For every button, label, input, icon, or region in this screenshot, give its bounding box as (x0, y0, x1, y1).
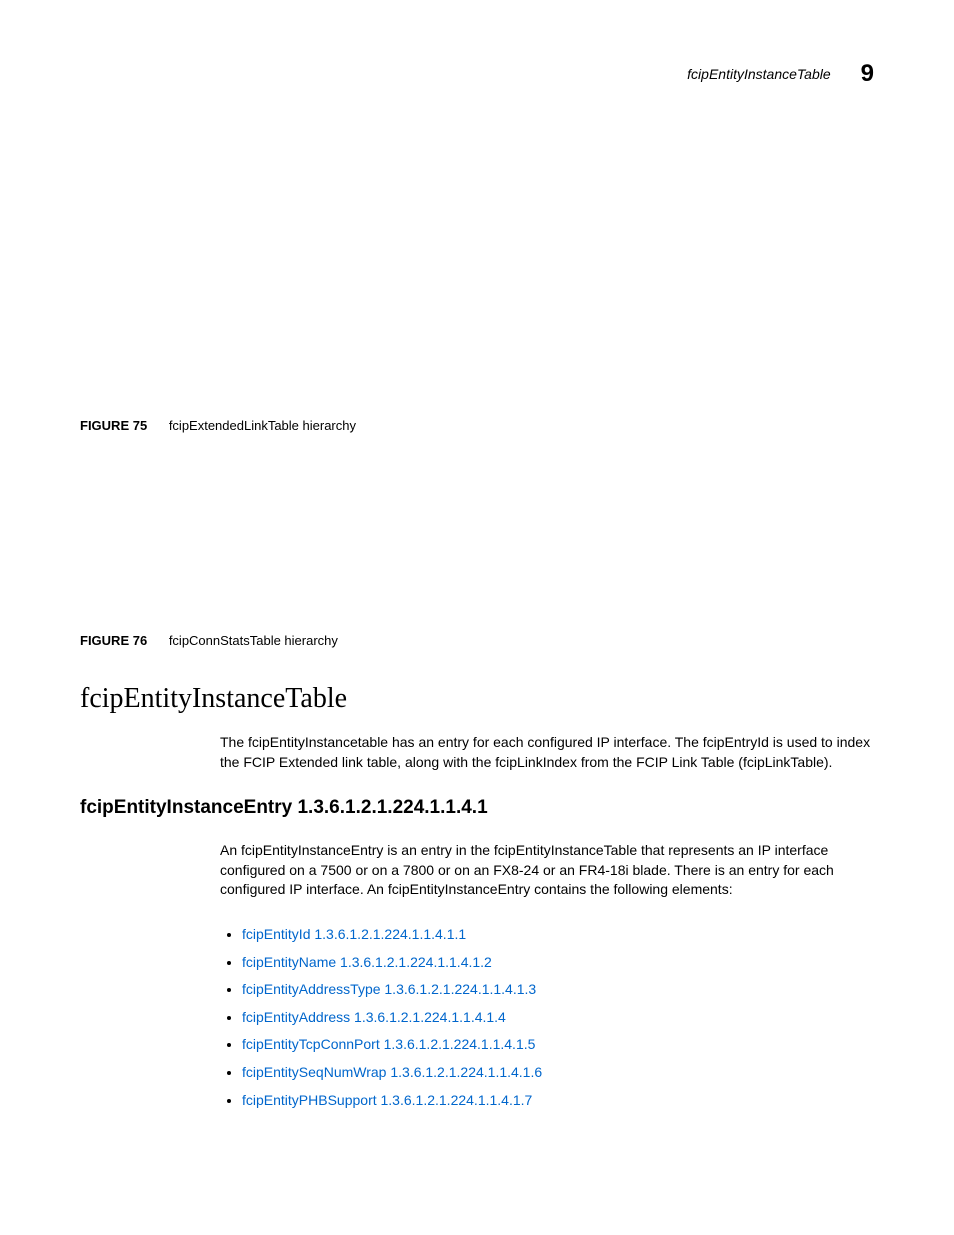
list-item: fcipEntityName 1.3.6.1.2.1.224.1.1.4.1.2 (242, 953, 874, 973)
subsection-intro: An fcipEntityInstanceEntry is an entry i… (220, 841, 874, 900)
list-item: fcipEntityAddress 1.3.6.1.2.1.224.1.1.4.… (242, 1008, 874, 1028)
xref-link-fcipEntitySeqNumWrap[interactable]: fcipEntitySeqNumWrap 1.3.6.1.2.1.224.1.1… (242, 1064, 542, 1080)
figure-caption-text: fcipConnStatsTable hierarchy (169, 633, 338, 648)
list-item: fcipEntitySeqNumWrap 1.3.6.1.2.1.224.1.1… (242, 1063, 874, 1083)
xref-link-fcipEntityAddress[interactable]: fcipEntityAddress 1.3.6.1.2.1.224.1.1.4.… (242, 1009, 506, 1025)
section-intro: The fcipEntityInstancetable has an entry… (220, 733, 874, 772)
xref-link-fcipEntityTcpConnPort[interactable]: fcipEntityTcpConnPort 1.3.6.1.2.1.224.1.… (242, 1036, 535, 1052)
figure-caption-text: fcipExtendedLinkTable hierarchy (169, 418, 356, 433)
xref-link-fcipEntityAddressType[interactable]: fcipEntityAddressType 1.3.6.1.2.1.224.1.… (242, 981, 536, 997)
chapter-number: 9 (861, 60, 874, 88)
subsection-title: fcipEntityInstanceEntry 1.3.6.1.2.1.224.… (80, 797, 874, 819)
figure-caption-75: FIGURE 75 fcipExtendedLinkTable hierarch… (80, 418, 874, 433)
figure-caption-76: FIGURE 76 fcipConnStatsTable hierarchy (80, 633, 874, 648)
section-title: fcipEntityInstanceTable (80, 683, 874, 715)
figure-label: FIGURE 75 (80, 418, 147, 433)
document-page: fcipEntityInstanceTable 9 FIGURE 75 fcip… (0, 0, 954, 1158)
xref-link-fcipEntityPHBSupport[interactable]: fcipEntityPHBSupport 1.3.6.1.2.1.224.1.1… (242, 1092, 532, 1108)
xref-link-fcipEntityId[interactable]: fcipEntityId 1.3.6.1.2.1.224.1.1.4.1.1 (242, 926, 466, 942)
running-header-title: fcipEntityInstanceTable (687, 66, 830, 82)
list-item: fcipEntityTcpConnPort 1.3.6.1.2.1.224.1.… (242, 1035, 874, 1055)
list-item: fcipEntityPHBSupport 1.3.6.1.2.1.224.1.1… (242, 1091, 874, 1111)
page-header: fcipEntityInstanceTable 9 (80, 60, 874, 88)
xref-link-fcipEntityName[interactable]: fcipEntityName 1.3.6.1.2.1.224.1.1.4.1.2 (242, 954, 492, 970)
entry-elements-list: fcipEntityId 1.3.6.1.2.1.224.1.1.4.1.1 f… (220, 925, 874, 1110)
list-item: fcipEntityAddressType 1.3.6.1.2.1.224.1.… (242, 980, 874, 1000)
list-item: fcipEntityId 1.3.6.1.2.1.224.1.1.4.1.1 (242, 925, 874, 945)
figure-label: FIGURE 76 (80, 633, 147, 648)
